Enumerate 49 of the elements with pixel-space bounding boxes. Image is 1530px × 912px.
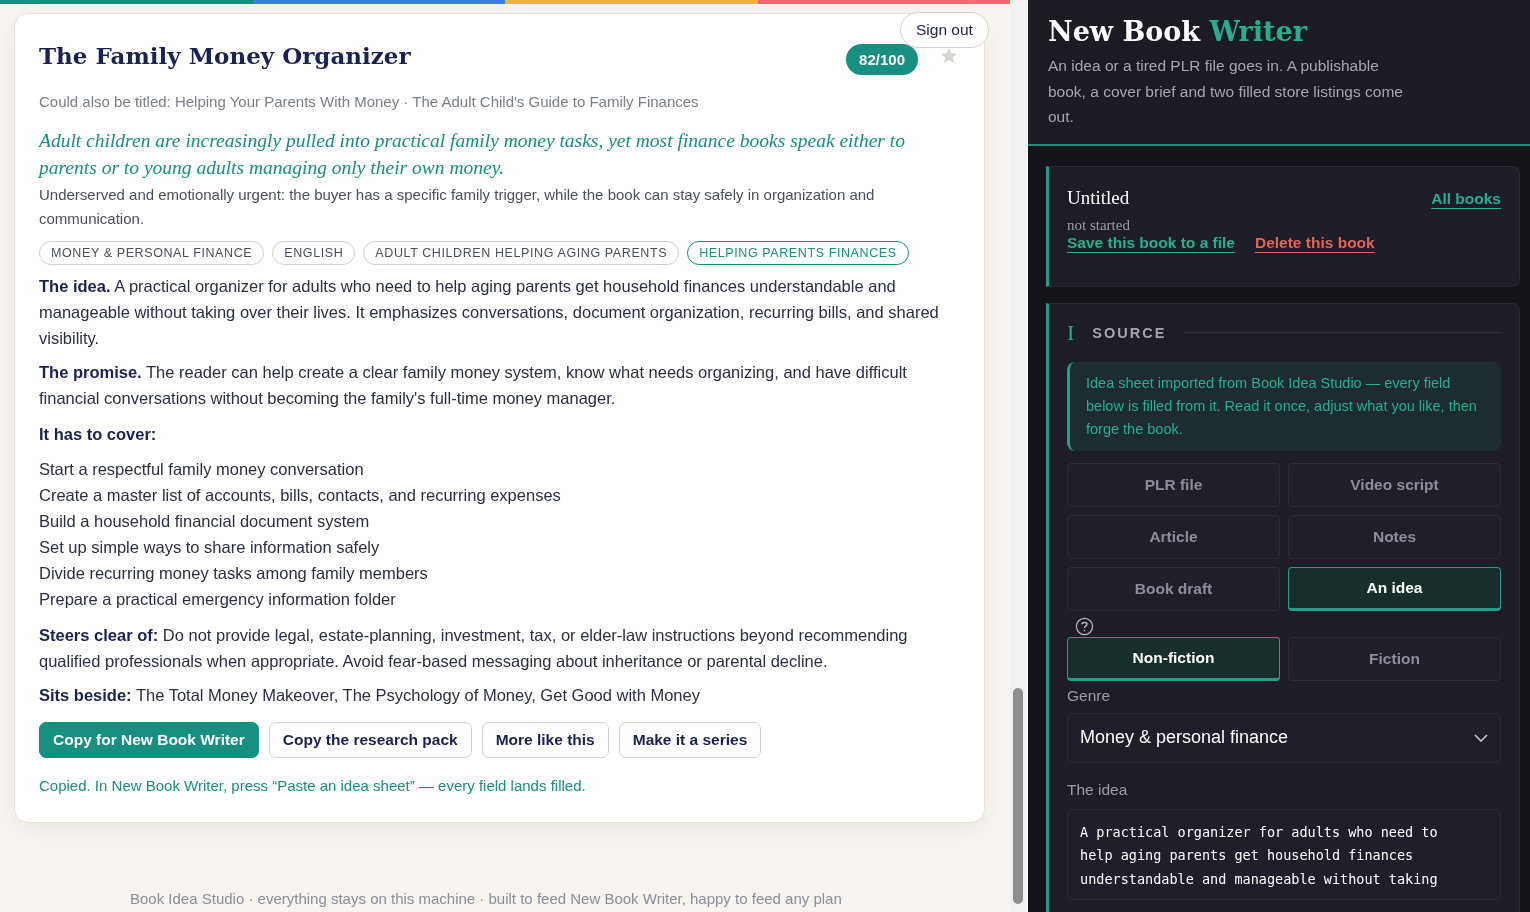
action-button[interactable]: Make it a series — [618, 722, 762, 758]
action-button[interactable]: Copy the research pack — [268, 722, 472, 758]
book-name: Untitled — [1067, 186, 1130, 209]
genre-label: Genre — [1067, 686, 1112, 705]
delete-book-link[interactable]: Delete this book — [1254, 233, 1375, 252]
book-status: not started — [1067, 216, 1131, 234]
source-type-option[interactable]: An idea — [1288, 566, 1501, 611]
reason-text: Underserved and emotionally urgent: the buyer has a specific family trigger, while the book can stay safely in organization and communication. — [39, 185, 876, 229]
fiction-type-option[interactable]: Non-fiction — [1067, 636, 1280, 681]
star-icon[interactable] — [940, 46, 958, 65]
save-book-link[interactable]: Save this book to a file — [1067, 233, 1235, 252]
cover-item: Create a master list of accounts, bills, contacts, and recurring expenses — [39, 485, 562, 506]
fiction-type-option[interactable]: Fiction — [1288, 636, 1501, 681]
cover-item: Divide recurring money tasks among family members — [39, 563, 429, 584]
score-badge: 82/100 — [846, 44, 918, 75]
sits-beside-paragraph: Sits beside: The Total Money Makeover, The Psychology of Money, Get Good with Money — [39, 685, 701, 706]
source-type-option[interactable]: Video script — [1288, 462, 1501, 507]
sign-out-button[interactable]: Sign out — [900, 12, 989, 48]
genre-dropdown[interactable]: Money & personal finance — [1067, 712, 1501, 763]
action-button[interactable]: Copy for New Book Writer — [39, 722, 259, 758]
status-message: Copied. In New Book Writer, press “Paste an idea sheet” — every field lands filled. — [39, 777, 587, 794]
steers-clear-paragraph: Steers clear of: Do not provide legal, estate-planning, investment, tax, or elder-law instructions beyond recommending qualified professionals when appropriate. Avoid fear-based messaging about inheritance or parental decline. — [39, 625, 909, 672]
section-numeral: I — [1067, 319, 1075, 346]
source-type-option[interactable]: Book draft — [1067, 566, 1280, 611]
source-type-option[interactable]: Notes — [1288, 514, 1501, 559]
footer-text: Book Idea Studio · everything stays on this machine · built to feed New Book Writer, happy to feed any plan — [130, 890, 842, 907]
scrollbar[interactable] — [1010, 0, 1026, 912]
cover-item: Build a household financial document system — [39, 511, 371, 532]
promise-paragraph: The promise. The reader can help create a clear family money system, know what needs organizing, and have difficult financial conversations without becoming the family's full-time money manager. — [39, 362, 908, 409]
cover-item: Prepare a practical emergency information folder — [39, 589, 397, 610]
idea-text-field[interactable]: A practical organizer for adults who need to help aging parents get household finances understandable and manageable without taking — [1067, 808, 1501, 900]
cover-heading: It has to cover: — [39, 424, 158, 445]
section-heading: SOURCE — [1092, 324, 1167, 341]
alternate-titles: Could also be titled: Helping Your Parents With Money · The Adult Child's Guide to Family Finances — [39, 93, 700, 110]
app-title: New Book Writer — [1048, 16, 1309, 47]
book-title: The Family Money Organizer — [39, 42, 412, 69]
all-books-link[interactable]: All books — [1431, 189, 1501, 208]
cover-item: Start a respectful family money conversation — [39, 459, 365, 480]
idea-label: The idea — [1067, 780, 1129, 799]
source-type-option[interactable]: PLR file — [1067, 462, 1280, 507]
source-type-option[interactable]: Article — [1067, 514, 1280, 559]
idea-paragraph: The idea. A practical organizer for adults who need to help aging parents get household finances understandable and manageable without taking over their lives. It emphasizes conversations, document organization, recurring bills, and shared visibility. — [39, 276, 940, 349]
import-notice: Idea sheet imported from Book Idea Studio — every field below is filled from it. Read it once, adjust what you like, then forge the book. — [1067, 361, 1501, 451]
action-button[interactable]: More like this — [481, 722, 609, 758]
hook-text: Adult children are increasingly pulled into practical family money tasks, yet most finance books speak either to parents or to young adults managing only their own money. — [39, 129, 906, 180]
help-icon[interactable] — [1075, 616, 1094, 636]
chevron-down-icon — [1474, 733, 1488, 742]
tagline: An idea or a tired PLR file goes in. A publishable book, a cover brief and two filled store listings come out. — [1048, 56, 1404, 127]
cover-item: Set up simple ways to share information safely — [39, 537, 381, 558]
